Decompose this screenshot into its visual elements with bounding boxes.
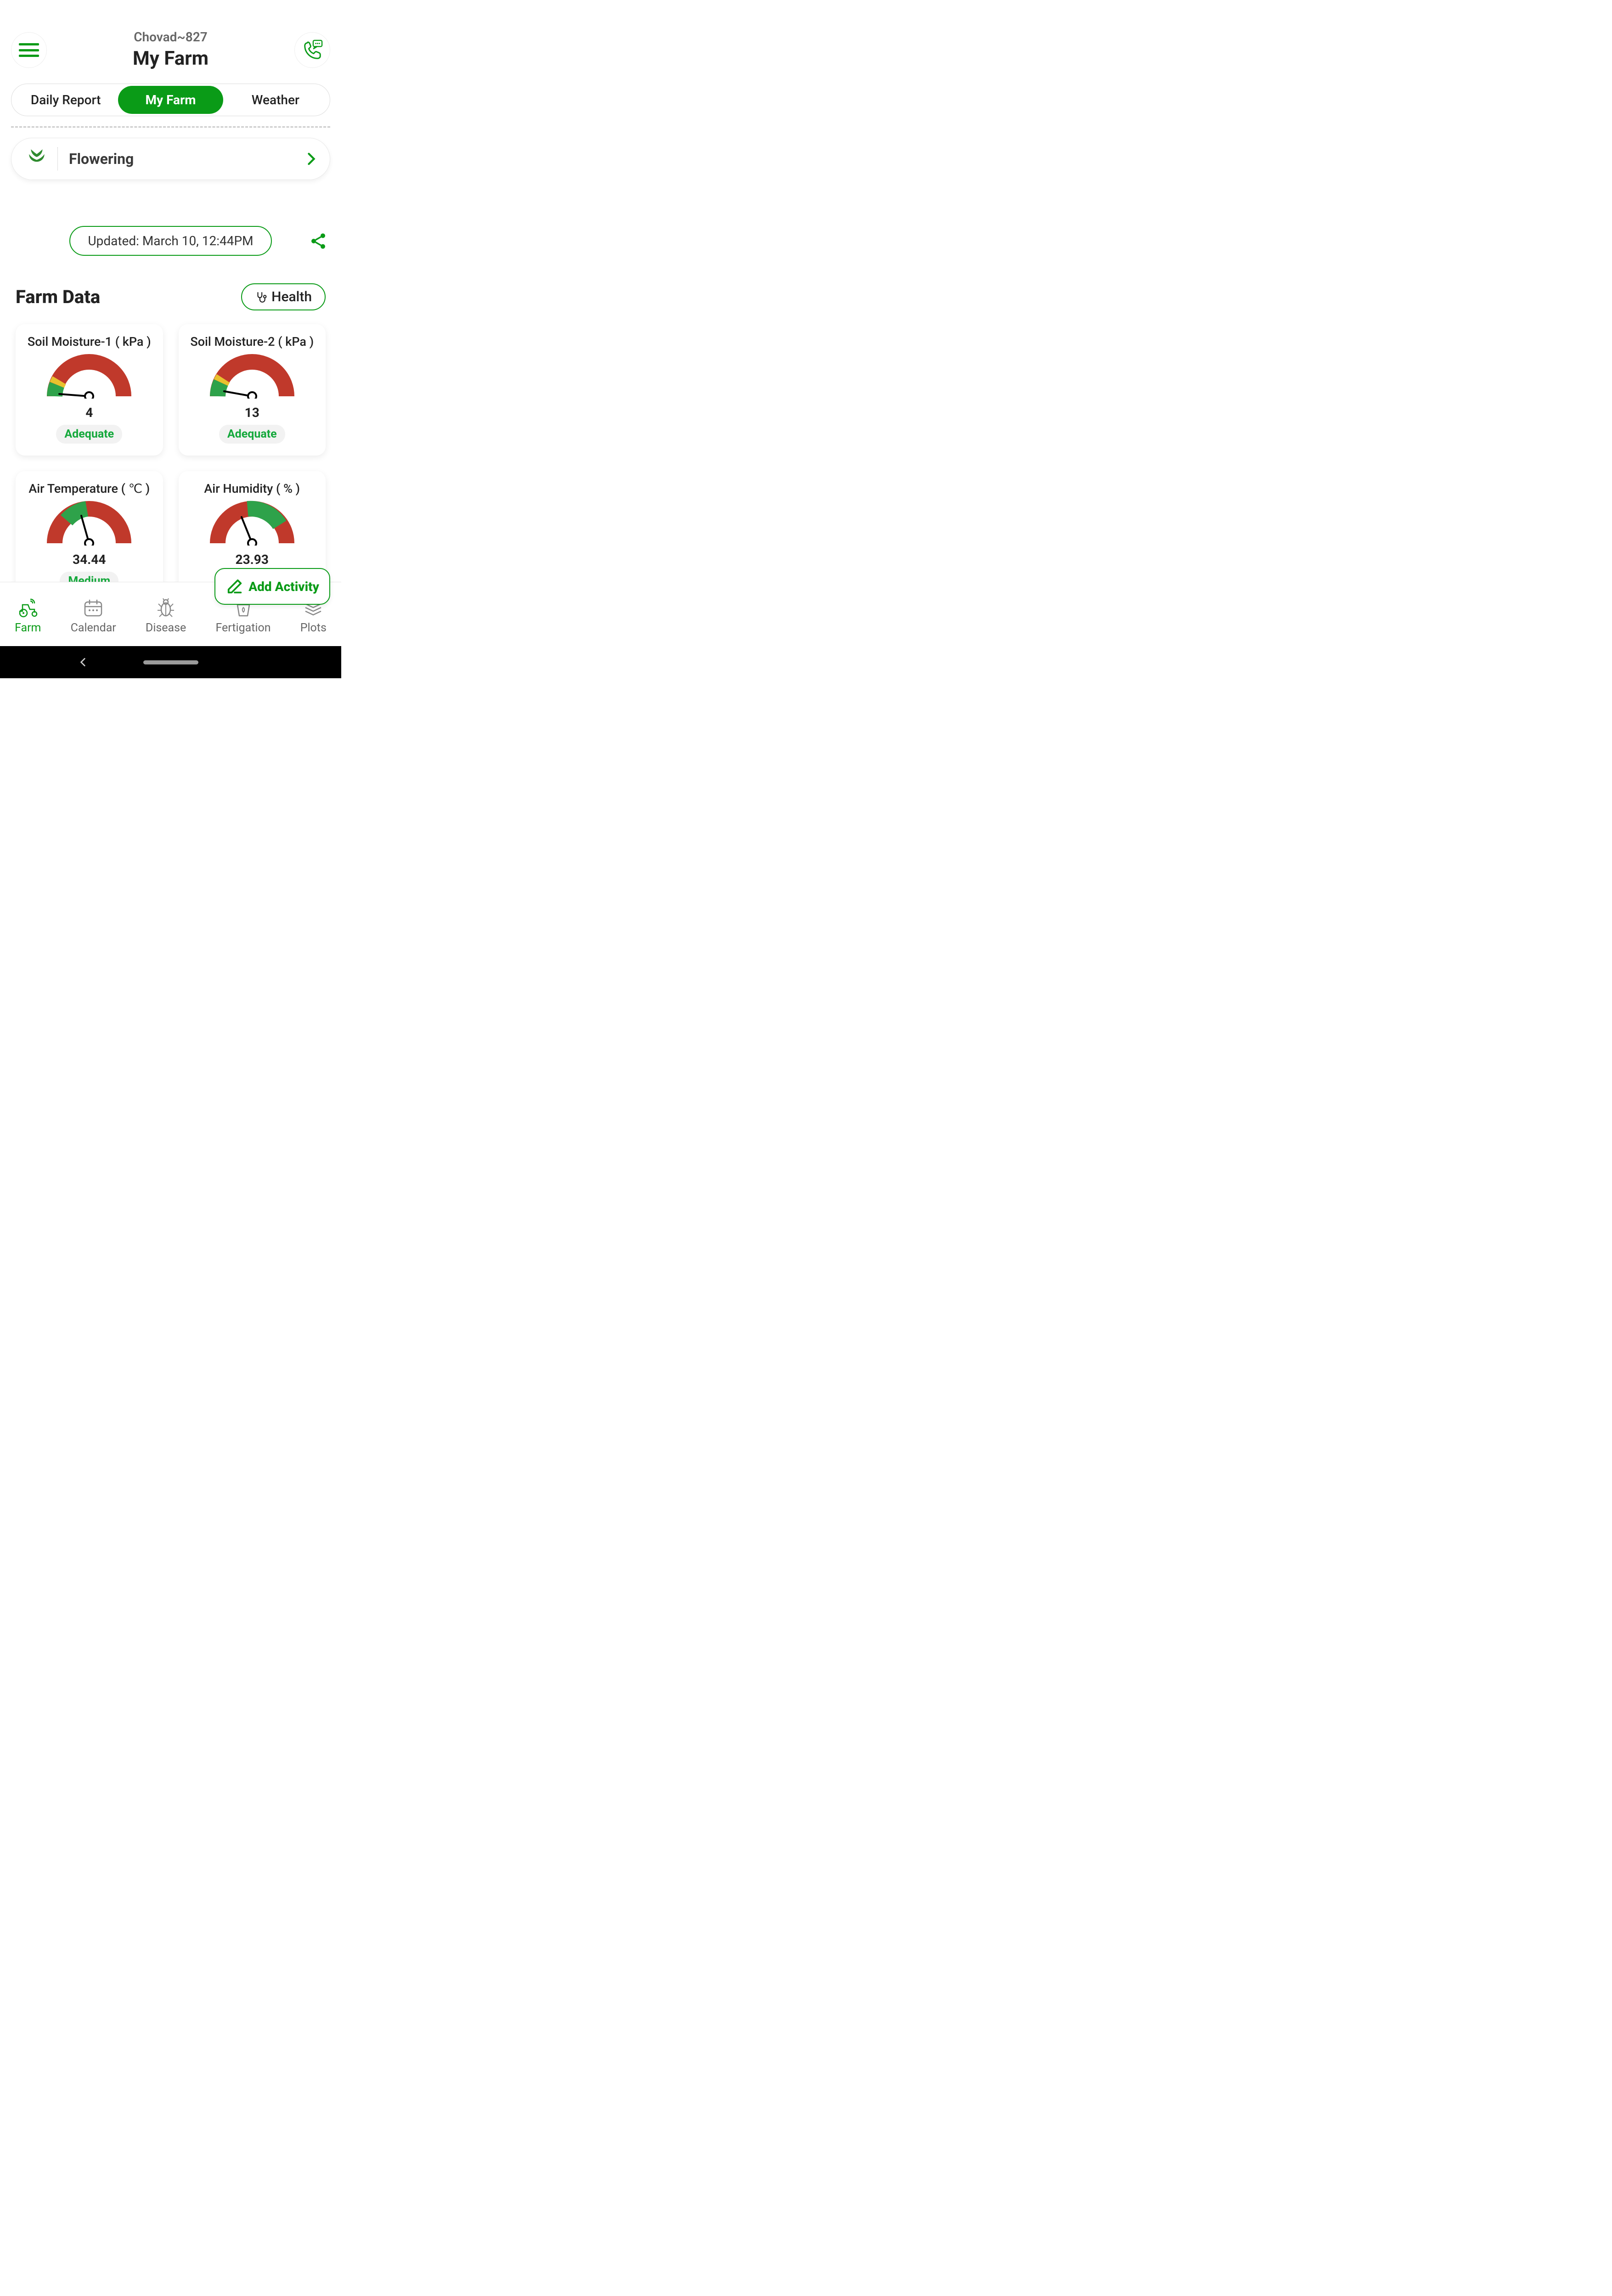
sensor-card-soil-moisture-1[interactable]: Soil Moisture-1 ( kPa ) 4 Adequate	[16, 324, 163, 456]
header: Chovad~827 My Farm	[0, 0, 341, 70]
system-home-pill[interactable]	[143, 660, 198, 664]
nav-label: Fertigation	[215, 621, 271, 635]
card-value: 13	[183, 405, 321, 420]
bug-icon	[157, 598, 175, 618]
health-label: Health	[271, 289, 312, 305]
card-value: 34.44	[20, 552, 158, 567]
card-title: Air Humidity ( % )	[183, 481, 321, 496]
card-value: 23.93	[183, 552, 321, 567]
system-back-icon[interactable]	[78, 657, 88, 667]
health-button[interactable]: Health	[241, 283, 326, 310]
growth-stage-card[interactable]: Flowering	[11, 138, 330, 180]
share-icon	[309, 232, 327, 250]
share-button[interactable]	[309, 232, 327, 250]
card-status: Adequate	[219, 425, 285, 444]
gauge-chart	[209, 353, 296, 399]
card-status: Adequate	[56, 425, 122, 444]
vertical-divider	[57, 147, 58, 170]
android-system-bar	[0, 646, 341, 678]
hamburger-menu-button[interactable]	[11, 32, 47, 68]
add-activity-button[interactable]: Add Activity	[214, 568, 330, 605]
page-title: My Farm	[11, 47, 330, 70]
nav-farm[interactable]: Farm	[15, 598, 41, 635]
card-value: 4	[20, 405, 158, 420]
section-title: Farm Data	[16, 286, 100, 308]
calendar-icon	[83, 598, 103, 618]
phone-chat-icon	[302, 39, 323, 61]
nav-label: Disease	[146, 621, 186, 635]
last-updated-pill[interactable]: Updated: March 10, 12:44PM	[69, 226, 271, 256]
app-root: Chovad~827 My Farm Daily Report My Farm …	[0, 0, 341, 678]
nav-label: Calendar	[71, 621, 116, 635]
divider	[11, 126, 330, 128]
card-title: Soil Moisture-2 ( kPa )	[183, 334, 321, 349]
gauge-chart	[45, 353, 133, 399]
card-title: Soil Moisture-1 ( kPa )	[20, 334, 158, 349]
growth-stage-label: Flowering	[69, 150, 307, 168]
tractor-icon	[17, 598, 39, 618]
farm-code: Chovad~827	[11, 29, 330, 45]
call-support-button[interactable]	[294, 32, 330, 68]
gauge-chart	[45, 500, 133, 546]
card-title: Air Temperature ( ℃ )	[20, 481, 158, 496]
nav-label: Farm	[15, 621, 41, 635]
nav-label: Plots	[300, 621, 327, 635]
chevron-right-icon	[307, 152, 316, 165]
tab-my-farm[interactable]: My Farm	[118, 86, 223, 114]
hamburger-icon	[19, 43, 39, 57]
update-row: Updated: March 10, 12:44PM	[0, 226, 341, 256]
nav-calendar[interactable]: Calendar	[71, 598, 116, 635]
edit-icon	[225, 577, 244, 596]
farm-data-section-header: Farm Data Health	[0, 283, 341, 310]
add-activity-label: Add Activity	[248, 579, 319, 594]
stethoscope-icon	[255, 291, 267, 303]
sensor-card-soil-moisture-2[interactable]: Soil Moisture-2 ( kPa ) 13 Adequate	[179, 324, 326, 456]
tab-weather[interactable]: Weather	[223, 86, 328, 114]
view-tabs: Daily Report My Farm Weather	[11, 84, 330, 116]
gauge-chart	[209, 500, 296, 546]
nav-disease[interactable]: Disease	[146, 598, 186, 635]
tab-daily-report[interactable]: Daily Report	[13, 86, 118, 114]
plant-icon	[25, 147, 48, 170]
